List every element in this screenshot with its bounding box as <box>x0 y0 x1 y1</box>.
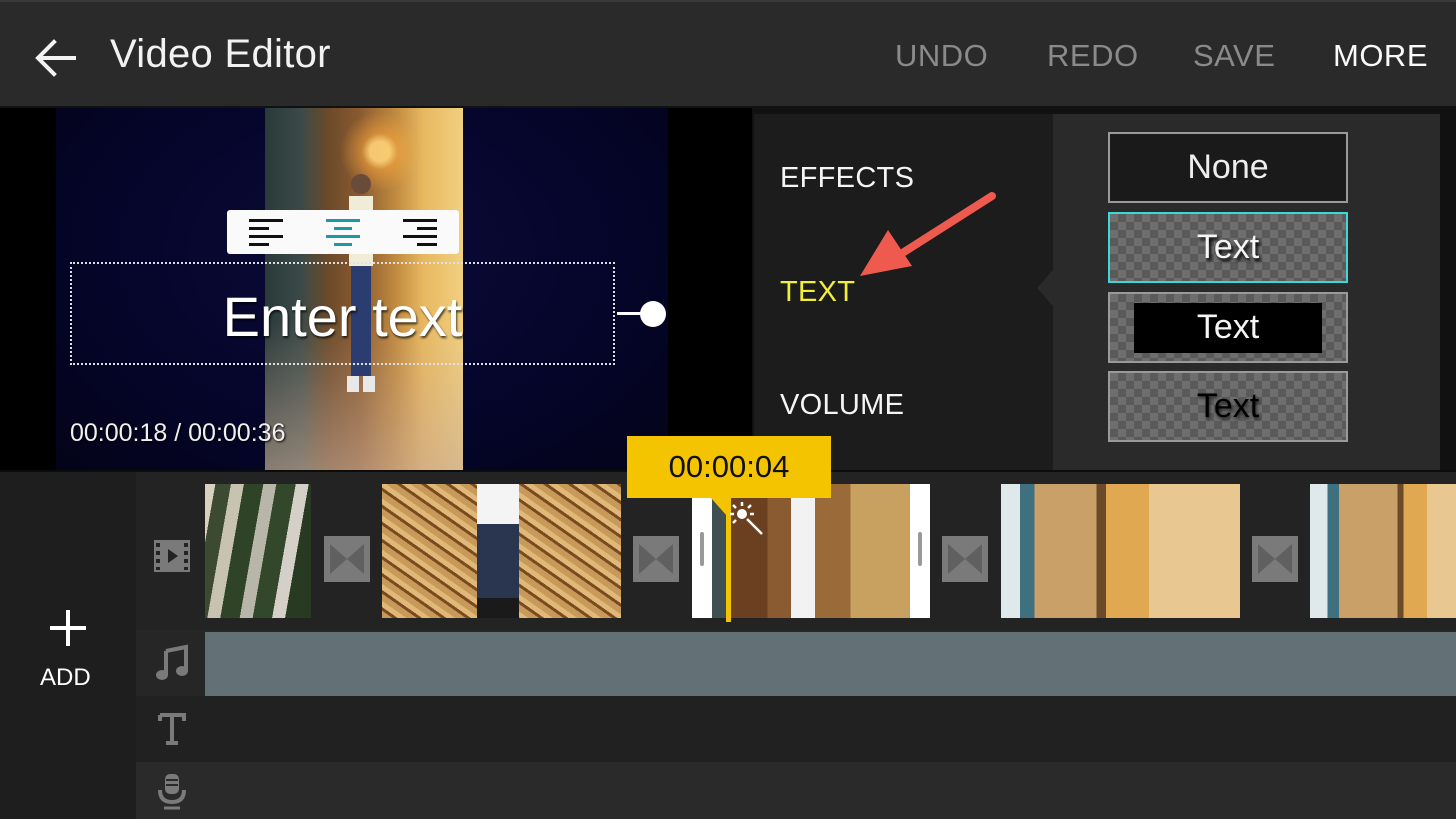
text-t-icon <box>158 713 186 745</box>
music-note-icon <box>156 644 188 680</box>
voice-track[interactable] <box>136 762 1456 819</box>
text-style-dark[interactable]: Text <box>1108 371 1348 442</box>
video-clip[interactable] <box>1310 484 1456 618</box>
magic-wand-icon <box>730 502 763 535</box>
text-overlay[interactable]: Enter text <box>72 284 613 349</box>
timeline: ADD 00:00:04 <box>0 436 1456 819</box>
menu-item-volume[interactable]: VOLUME <box>780 389 904 422</box>
text-style-shadow[interactable]: Text <box>1108 212 1348 283</box>
video-preview[interactable]: Enter text 00:00:18 / 00:00:36 <box>0 108 752 470</box>
text-style-boxed[interactable]: Text <box>1108 292 1348 363</box>
align-left-icon[interactable] <box>248 217 283 247</box>
transition-icon <box>948 544 982 574</box>
text-overlay-box[interactable]: Enter text <box>70 262 615 365</box>
video-clip[interactable] <box>382 484 621 618</box>
text-alignment-toolbar <box>227 210 459 254</box>
annotation-arrow-icon <box>860 192 996 276</box>
playback-timecode: 00:00:18 / 00:00:36 <box>70 419 286 447</box>
plus-icon <box>50 610 86 646</box>
resize-connector <box>617 312 641 315</box>
transition-button[interactable] <box>942 536 988 582</box>
edit-menu-panel: EFFECTS TEXT VOLUME None Text Text Text <box>752 108 1456 470</box>
trim-handle-right[interactable] <box>918 532 922 566</box>
back-button[interactable] <box>34 36 78 80</box>
text-track[interactable] <box>136 696 1456 762</box>
film-icon <box>154 540 190 572</box>
playhead-time-bubble: 00:00:04 <box>627 436 831 498</box>
page-title: Video Editor <box>110 32 331 76</box>
align-center-icon[interactable] <box>325 217 360 247</box>
transition-icon <box>639 544 673 574</box>
transition-button[interactable] <box>1252 536 1298 582</box>
add-button[interactable]: ADD <box>0 472 136 819</box>
menu-categories: EFFECTS TEXT VOLUME <box>754 114 1054 470</box>
save-button[interactable]: SAVE <box>1193 38 1275 74</box>
resize-rotate-handle[interactable] <box>640 301 666 327</box>
redo-button[interactable]: REDO <box>1047 38 1139 74</box>
audio-track-bar[interactable] <box>205 632 1456 696</box>
text-style-boxed-label: Text <box>1134 302 1322 353</box>
transition-icon <box>330 544 364 574</box>
microphone-icon <box>158 774 186 810</box>
audio-track <box>136 630 1456 696</box>
align-right-icon[interactable] <box>403 217 438 247</box>
trim-handle-left[interactable] <box>700 532 704 566</box>
undo-button[interactable]: UNDO <box>895 38 988 74</box>
video-clip[interactable] <box>1001 484 1240 618</box>
more-button[interactable]: MORE <box>1333 38 1428 74</box>
transition-button[interactable] <box>633 536 679 582</box>
add-label: ADD <box>40 664 91 691</box>
text-style-none[interactable]: None <box>1108 132 1348 203</box>
transition-icon <box>1258 544 1292 574</box>
transition-button[interactable] <box>324 536 370 582</box>
app-header: Video Editor UNDO REDO SAVE MORE <box>0 0 1456 108</box>
video-clip[interactable] <box>205 484 311 618</box>
text-style-options: None Text Text Text <box>1037 114 1440 470</box>
menu-item-text[interactable]: TEXT <box>780 276 855 309</box>
arrow-left-icon <box>35 39 76 77</box>
